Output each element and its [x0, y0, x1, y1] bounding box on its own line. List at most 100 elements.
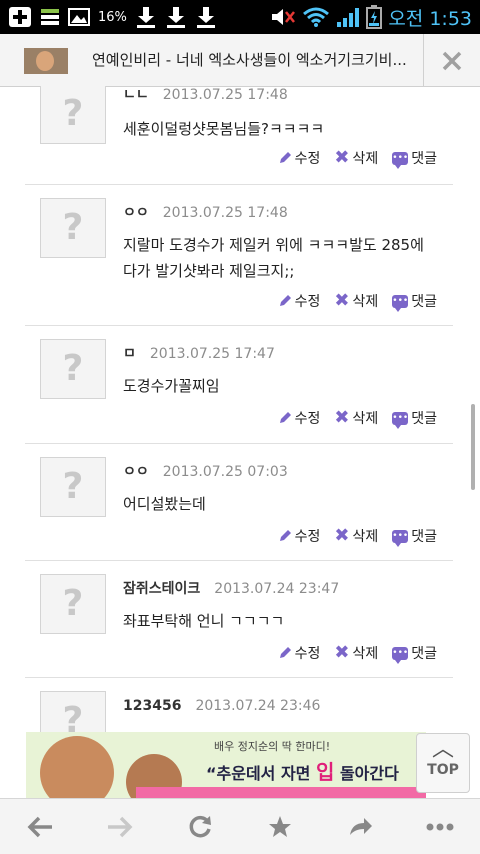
speech-bubble-icon: •••	[392, 646, 409, 664]
signal-icon	[337, 8, 360, 27]
share-icon	[350, 818, 372, 835]
avatar: ?	[40, 457, 106, 517]
avatar: ?	[40, 198, 106, 258]
page-thumbnail	[24, 48, 68, 74]
scroll-to-top-button[interactable]: ︿ TOP	[416, 733, 470, 793]
speech-bubble-icon: •••	[392, 411, 409, 429]
comment-line: 도경수가꼴찌임	[123, 377, 220, 395]
comment-author: 잠쥐스테이크	[123, 581, 201, 597]
edit-button[interactable]: 수정	[278, 408, 320, 428]
comment-text: 세훈이덜렁샷못봄님들?ㅋㅋㅋㅋ	[123, 116, 443, 142]
comment-actions: 수정 ✖ 삭제 ••• 댓글	[278, 148, 437, 169]
comment-line: 지랄마 도경수가 제일커 위에 ㅋㅋㅋ발도 285에	[123, 236, 424, 254]
ad-headline: “추운데서 자면 입 돌아간다	[206, 760, 399, 784]
comment-item: ? ㄴㄴ 2013.07.25 17:48 세훈이덜렁샷못봄님들?ㅋㅋㅋㅋ 수정 …	[25, 86, 453, 185]
comment-date: 2013.07.25 07:03	[162, 464, 288, 480]
clock: 오전 1:53	[388, 7, 472, 30]
avatar: ?	[40, 574, 106, 634]
download-icon	[136, 7, 155, 28]
close-icon	[442, 51, 462, 71]
more-button[interactable]	[420, 809, 460, 843]
reply-button[interactable]: ••• 댓글	[392, 291, 437, 312]
pencil-icon	[279, 412, 291, 423]
pencil-icon	[279, 647, 291, 658]
bookmark-button[interactable]	[260, 809, 300, 843]
image-icon	[68, 8, 90, 26]
ad-stripe	[136, 787, 426, 798]
comment-line: 어디설봤는데	[123, 495, 206, 513]
comment-date: 2013.07.24 23:46	[195, 698, 321, 714]
delete-button[interactable]: ✖ 삭제	[334, 148, 378, 168]
share-button[interactable]	[340, 809, 380, 843]
comment-text: 좌표부탁해 언니 ㄱㄱㄱㄱ	[123, 608, 443, 634]
comment-date: 2013.07.25 17:48	[162, 87, 288, 103]
chevron-up-icon: ︿	[431, 737, 454, 762]
forward-icon	[108, 816, 133, 838]
speech-bubble-icon: •••	[392, 529, 409, 547]
comment-text: 어디설봤는데	[123, 491, 443, 517]
comment-line: 좌표부탁해 언니 ㄱㄱㄱㄱ	[123, 612, 285, 630]
comment-date: 2013.07.25 17:47	[149, 346, 275, 362]
close-tab-button[interactable]	[432, 36, 472, 84]
battery-percent: 16%	[98, 9, 127, 25]
comment-author: ㅇㅇ	[123, 205, 149, 221]
comment-list[interactable]: ? ㄴㄴ 2013.07.25 17:48 세훈이덜렁샷못봄님들?ㅋㅋㅋㅋ 수정 …	[0, 86, 480, 798]
comment-author: ㅇㅇ	[123, 464, 149, 480]
comment-date: 2013.07.24 23:47	[214, 581, 340, 597]
wifi-icon	[303, 7, 330, 27]
bookmark-star-icon	[269, 816, 291, 837]
ad-person-image	[40, 736, 114, 798]
edit-button[interactable]: 수정	[278, 291, 320, 311]
forward-button[interactable]	[100, 809, 140, 843]
delete-x-icon: ✖	[334, 407, 350, 428]
battery-icon	[366, 5, 383, 29]
delete-button[interactable]: ✖ 삭제	[334, 408, 378, 428]
comment-item: ? ㅇㅇ 2013.07.25 17:48 지랄마 도경수가 제일커 위에 ㅋㅋㅋ…	[25, 184, 453, 326]
status-left: 16%	[8, 4, 217, 30]
scrollbar-thumb[interactable]	[471, 404, 475, 490]
reply-button[interactable]: ••• 댓글	[392, 526, 437, 547]
speech-bubble-icon: •••	[392, 151, 409, 169]
delete-x-icon: ✖	[334, 525, 350, 546]
mute-icon	[272, 9, 296, 25]
download-icon	[166, 7, 185, 28]
avatar: ?	[40, 86, 106, 144]
more-icon	[426, 823, 454, 831]
delete-x-icon: ✖	[334, 642, 350, 663]
comment-item: ? 잠쥐스테이크 2013.07.24 23:47 좌표부탁해 언니 ㄱㄱㄱㄱ 수…	[25, 560, 453, 678]
delete-button[interactable]: ✖ 삭제	[334, 291, 378, 311]
plus-box-icon	[9, 7, 31, 27]
status-right: 오전 1:53	[270, 4, 472, 30]
comment-line: 다가 발기샷봐라 제일크지;;	[123, 262, 295, 280]
delete-x-icon: ✖	[334, 290, 350, 311]
ad-small-text: 배우 정지순의 딱 한마디!	[214, 740, 331, 753]
delete-button[interactable]: ✖ 삭제	[334, 643, 378, 663]
comment-text: 도경수가꼴찌임	[123, 373, 443, 399]
edit-button[interactable]: 수정	[278, 526, 320, 546]
tab-divider	[423, 34, 424, 86]
pencil-icon	[279, 295, 291, 306]
reply-button[interactable]: ••• 댓글	[392, 148, 437, 169]
avatar: ?	[40, 339, 106, 399]
comment-author: ㅁ	[123, 346, 136, 362]
edit-button[interactable]: 수정	[278, 148, 320, 168]
comment-item: ? ㅁ 2013.07.25 17:47 도경수가꼴찌임 수정 ✖ 삭제 ••• …	[25, 325, 453, 444]
page-title[interactable]: 연예인비리 - 너네 엑소사생들이 엑소거기크기비...	[92, 49, 422, 70]
reload-icon	[189, 815, 211, 838]
reload-button[interactable]	[180, 809, 220, 843]
reply-button[interactable]: ••• 댓글	[392, 643, 437, 664]
ad-banner[interactable]: 배우 정지순의 딱 한마디! “추운데서 자면 입 돌아간다	[26, 732, 426, 798]
back-icon	[27, 816, 52, 838]
edit-button[interactable]: 수정	[278, 643, 320, 663]
comment-actions: 수정 ✖ 삭제 ••• 댓글	[278, 408, 437, 429]
download-icon	[196, 7, 215, 28]
back-button[interactable]	[20, 809, 60, 843]
comment-author: ㄴㄴ	[123, 87, 149, 103]
comment-item: ? ㅇㅇ 2013.07.25 07:03 어디설봤는데 수정 ✖ 삭제 ••• …	[25, 443, 453, 561]
comment-line: 세훈이덜렁샷못봄님들?ㅋㅋㅋㅋ	[123, 120, 325, 138]
delete-button[interactable]: ✖ 삭제	[334, 526, 378, 546]
reply-button[interactable]: ••• 댓글	[392, 408, 437, 429]
comment-text: 지랄마 도경수가 제일커 위에 ㅋㅋㅋ발도 285에 다가 발기샷봐라 제일크지…	[123, 232, 443, 284]
stack-icon	[41, 9, 59, 25]
comment-actions: 수정 ✖ 삭제 ••• 댓글	[278, 526, 437, 547]
